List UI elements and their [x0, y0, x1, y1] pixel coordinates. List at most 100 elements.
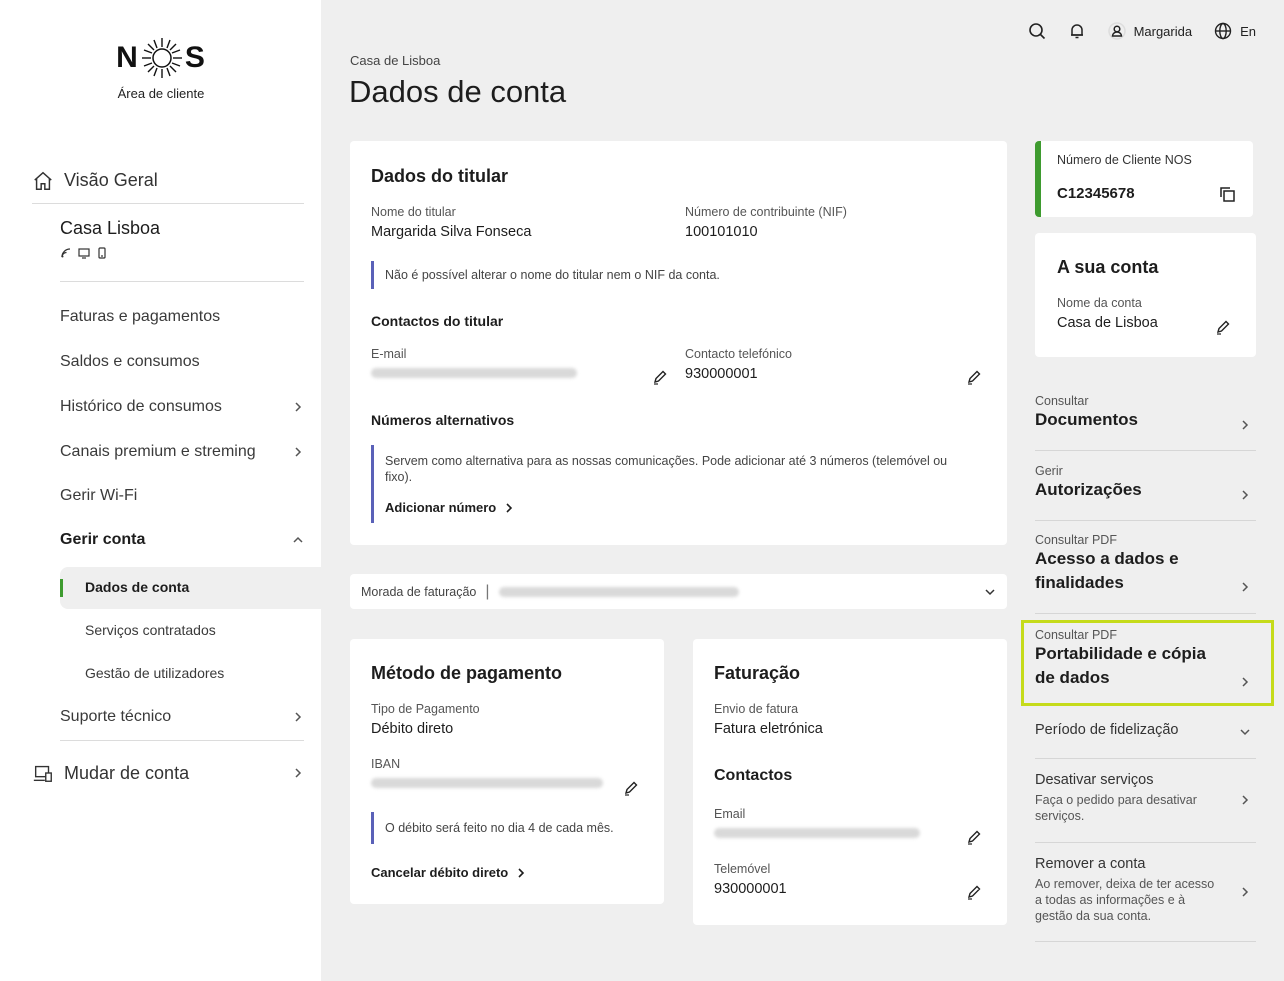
user-icon: [1107, 22, 1126, 40]
deactivate-desc: Faça o pedido para desativar serviços.: [1035, 793, 1197, 823]
menu-invoices[interactable]: Faturas e pagamentos: [60, 299, 304, 335]
cancel-debit-link[interactable]: Cancelar débito direto: [371, 865, 526, 880]
switch-account-icon: [33, 765, 52, 782]
chevron-right-icon: [295, 402, 302, 412]
edit-email-pencil-icon[interactable]: [652, 369, 668, 385]
nav-overview[interactable]: Visão Geral: [32, 158, 304, 204]
nav-overview-label: Visão Geral: [64, 170, 158, 190]
phone-label: Contacto telefónico: [685, 347, 793, 361]
alt-numbers-note: Servem como alternativa para as nossas c…: [371, 445, 971, 523]
invoice-send-label: Envio de fatura: [714, 702, 799, 716]
menu-balances-label: Saldos e consumos: [60, 353, 200, 370]
logo-letter-s: S: [184, 41, 206, 74]
invoice-email-label: Email: [714, 807, 746, 821]
authorizations-small-label: Gerir: [1035, 464, 1063, 478]
sidebar-divider: [60, 740, 304, 741]
logo-subtitle: Área de cliente: [117, 86, 205, 101]
menu-wifi[interactable]: Gerir Wi-Fi: [60, 478, 304, 514]
menu-support-label: Suporte técnico: [60, 708, 172, 725]
iban-value-redacted: [371, 778, 603, 788]
copy-icon[interactable]: [1218, 185, 1236, 203]
language-label: En: [1240, 23, 1256, 39]
chevron-right-icon: [1242, 420, 1249, 430]
email-label: E-mail: [371, 347, 407, 361]
remove-account-link[interactable]: Remover a conta Ao remover, deixa de ter…: [1035, 856, 1256, 942]
account-name-value: Casa de Lisboa: [1057, 315, 1158, 331]
holder-name-value: Margarida Silva Fonseca: [371, 224, 532, 240]
chevron-down-icon: [1240, 729, 1250, 736]
documents-link[interactable]: Consultar Documentos: [1035, 394, 1256, 451]
holder-contacts-title: Contactos do titular: [371, 313, 504, 329]
edit-iban-pencil-icon[interactable]: [623, 780, 639, 796]
top-bar: Margarida En: [1028, 22, 1256, 40]
documents-big-label: Documentos: [1035, 410, 1138, 429]
nav-switch-account[interactable]: Mudar de conta: [32, 755, 304, 791]
active-indicator: [60, 579, 63, 597]
edit-invoice-email-pencil-icon[interactable]: [966, 829, 982, 845]
menu-manage-account-label: Gerir conta: [60, 531, 146, 548]
menu-consumption-history[interactable]: Histórico de consumos: [60, 389, 304, 425]
nos-logo[interactable]: N S Área de cliente: [116, 34, 206, 101]
phone-value: 930000001: [685, 366, 758, 382]
invoicing-card-title: Faturação: [714, 663, 801, 683]
invoice-phone-value: 930000001: [714, 881, 787, 897]
search-button[interactable]: [1028, 22, 1046, 40]
billing-address-dropdown[interactable]: Morada de faturação |: [350, 574, 1007, 609]
portability-highlight-box: [1021, 620, 1274, 706]
deactivate-services-link[interactable]: Desativar serviços Faça o pedido para de…: [1035, 772, 1256, 843]
menu-consumption-history-label: Histórico de consumos: [60, 398, 222, 415]
payment-method-card: Método de pagamento Tipo de Pagamento Dé…: [350, 639, 664, 904]
your-account-title: A sua conta: [1057, 257, 1159, 277]
email-value-redacted: [371, 368, 577, 378]
submenu-account-data[interactable]: Dados de conta: [60, 567, 321, 609]
chevron-up-icon: [293, 536, 303, 543]
invoice-phone-label: Telemóvel: [714, 862, 771, 876]
bell-icon: [1070, 24, 1083, 39]
menu-support[interactable]: Suporte técnico: [60, 699, 304, 735]
logo-letter-n: N: [116, 41, 139, 74]
submenu-account-data-label: Dados de conta: [85, 579, 190, 595]
menu-manage-account[interactable]: Gerir conta: [60, 522, 304, 558]
menu-balances[interactable]: Saldos e consumos: [60, 344, 304, 380]
holder-info-note: Não é possível alterar o nome do titular…: [371, 261, 720, 289]
current-account-name: Casa Lisboa: [60, 218, 161, 238]
iban-label: IBAN: [371, 757, 401, 771]
data-access-pdf-link[interactable]: Consultar PDF Acesso a dados e finalidad…: [1035, 533, 1256, 614]
nif-value: 100101010: [685, 224, 758, 240]
wifi-icon: [61, 248, 71, 258]
user-menu[interactable]: Margarida: [1107, 22, 1192, 40]
account-name-label: Nome da conta: [1057, 296, 1142, 310]
deactivate-title: Desativar serviços: [1035, 772, 1154, 788]
holder-card: Dados do titular Nome do titular Margari…: [350, 141, 1007, 545]
home-icon: [34, 171, 52, 190]
submenu-contracted-services[interactable]: Serviços contratados: [85, 612, 305, 648]
authorizations-big-label: Autorizações: [1035, 480, 1142, 499]
authorizations-link[interactable]: Gerir Autorizações: [1035, 464, 1256, 521]
your-account-card: A sua conta Nome da conta Casa de Lisboa: [1035, 233, 1256, 357]
nav-switch-account-label: Mudar de conta: [64, 762, 190, 783]
chevron-right-icon: [1242, 582, 1249, 592]
client-number-label: Número de Cliente NOS: [1057, 153, 1192, 167]
menu-premium-channels[interactable]: Canais premium e streming: [60, 434, 304, 470]
invoicing-contacts-title: Contactos: [714, 767, 793, 784]
payment-type-value: Débito direto: [371, 721, 454, 737]
loyalty-period-expander[interactable]: Período de fidelização: [1035, 722, 1256, 759]
data-access-small-label: Consultar PDF: [1035, 533, 1117, 547]
edit-account-name-pencil-icon[interactable]: [1215, 319, 1231, 335]
language-switch[interactable]: En: [1214, 22, 1256, 40]
submenu-user-management-label: Gestão de utilizadores: [85, 665, 225, 681]
notifications-button[interactable]: [1068, 22, 1086, 40]
edit-phone-pencil-icon[interactable]: [966, 369, 982, 385]
add-number-link[interactable]: Adicionar número: [385, 500, 971, 516]
edit-invoice-phone-pencil-icon[interactable]: [966, 884, 982, 900]
submenu-user-management[interactable]: Gestão de utilizadores: [85, 655, 305, 691]
documents-small-label: Consultar: [1035, 394, 1089, 408]
chevron-right-icon: [1242, 795, 1249, 805]
breadcrumb[interactable]: Casa de Lisboa: [350, 53, 440, 68]
cancel-debit-label: Cancelar débito direto: [371, 865, 509, 880]
submenu-contracted-services-label: Serviços contratados: [85, 622, 216, 638]
holder-card-title: Dados do titular: [371, 166, 509, 186]
separator: |: [485, 582, 490, 600]
page-title: Dados de conta: [349, 74, 567, 109]
alt-numbers-note-text: Servem como alternativa para as nossas c…: [385, 454, 948, 484]
